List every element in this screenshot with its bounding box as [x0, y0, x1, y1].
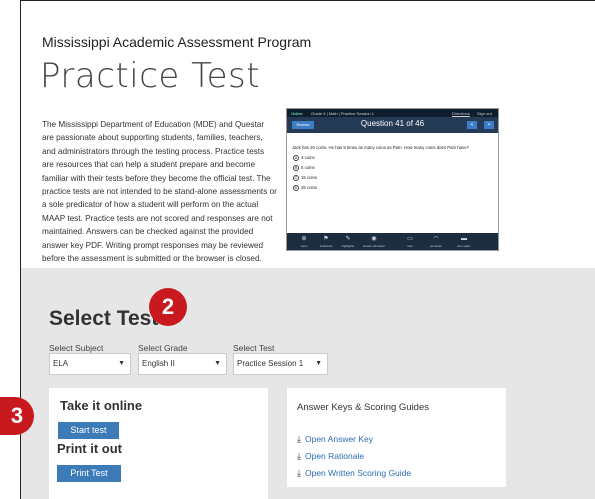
- test-select[interactable]: Practice Session 1 ▼: [233, 353, 328, 375]
- screenshot-option: C 15 coins: [293, 175, 318, 181]
- open-rationale-link[interactable]: ⤓ Open Rationale: [297, 451, 364, 462]
- grade-label: Select Grade: [138, 343, 188, 353]
- callout-badge-2: 2: [149, 288, 187, 326]
- practice-test-screenshot: Online Grade 5 | Math | Practice Session…: [286, 108, 499, 251]
- screenshot-directions-link: Directions: [452, 111, 470, 116]
- screenshot-option: B5 coins: [293, 165, 315, 171]
- screenshot-option: A4 coins: [293, 155, 315, 161]
- open-answer-key-link[interactable]: ⤓ Open Answer Key: [297, 434, 373, 445]
- download-icon: ⤓: [297, 451, 301, 461]
- screenshot-topbar: Online Grade 5 | Math | Practice Session…: [287, 109, 498, 117]
- select-test-heading: Select Test: [49, 307, 159, 330]
- screenshot-breadcrumb: Grade 5 | Math | Practice Session 1: [311, 111, 374, 116]
- intro-paragraph: The Mississippi Department of Education …: [42, 120, 277, 290]
- screenshot-tool-protractor: ◠ protractor: [430, 236, 442, 248]
- subject-select-value: ELA: [53, 359, 69, 368]
- screenshot-question-stem: Jack has 20 coins. He has 5 times as man…: [292, 145, 469, 150]
- screenshot-logo: Online: [291, 111, 303, 116]
- subject-label: Select Subject: [49, 343, 104, 353]
- answer-keys-heading: Answer Keys & Scoring Guides: [297, 402, 430, 413]
- take-online-heading: Take it online: [60, 398, 143, 413]
- page-title: Practice Test: [40, 56, 261, 96]
- screenshot-question-body: Jack has 20 coins. He has 5 times as man…: [287, 133, 498, 233]
- screenshot-tool-highlighter: ✎ highlighter: [341, 236, 355, 248]
- screenshot-next-button: >: [484, 121, 494, 129]
- screenshot-option: D 25 coins: [293, 185, 318, 191]
- grade-select-value: English II: [142, 359, 175, 368]
- program-title: Mississippi Academic Assessment Program: [42, 34, 312, 50]
- print-it-out-heading: Print it out: [57, 441, 122, 456]
- chevron-down-icon: ▼: [315, 360, 322, 367]
- screenshot-sign-out: Sign out: [477, 111, 492, 116]
- test-select-value: Practice Session 1: [237, 359, 304, 368]
- start-test-button[interactable]: Start test: [58, 422, 119, 439]
- grade-select[interactable]: English II ▼: [138, 353, 227, 375]
- test-label: Select Test: [233, 343, 275, 353]
- screenshot-tool-eliminator: ◉ answer eliminator: [363, 236, 385, 248]
- screenshot-tool-ruler: ▭ ruler: [407, 236, 413, 248]
- print-test-button[interactable]: Print Test: [57, 465, 121, 482]
- screenshot-prev-button: <: [467, 121, 477, 129]
- screenshot-tool-line-reader: ▬ line reader: [457, 236, 471, 248]
- screenshot-toolbar: ⊕ zoom ⚑ bookmark ✎ highlighter ◉ answer eli…: [287, 233, 498, 250]
- chevron-down-icon: ▼: [118, 360, 125, 367]
- download-icon: ⤓: [297, 468, 301, 478]
- open-scoring-guide-link[interactable]: ⤓ Open Written Scoring Guide: [297, 468, 411, 479]
- download-icon: ⤓: [297, 434, 301, 444]
- subject-select[interactable]: ELA ▼: [49, 353, 131, 375]
- chevron-down-icon: ▼: [214, 360, 221, 367]
